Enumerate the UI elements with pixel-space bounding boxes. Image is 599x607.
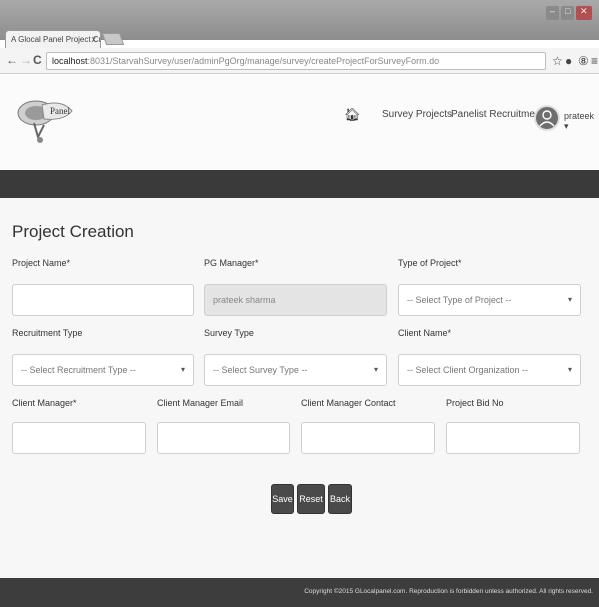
survey-type-label: Survey Type	[204, 328, 254, 338]
recruitment-type-label: Recruitment Type	[12, 328, 83, 338]
browser-window: – □ ✕ A Glocal Panel Project Cre x ← → C…	[0, 0, 599, 607]
reset-button[interactable]: Reset	[297, 484, 325, 514]
extension-icon[interactable]: ●	[565, 54, 572, 68]
save-button[interactable]: Save	[271, 484, 294, 514]
logo-text: Panel	[50, 106, 70, 116]
project-creation-form: Project Creation Project Name* PG Manage…	[0, 198, 599, 578]
nav-panelist-recruitment[interactable]: Panelist Recruitment	[451, 109, 543, 120]
new-tab-button[interactable]	[101, 33, 125, 45]
client-manager-contact-input[interactable]	[301, 422, 435, 454]
app-header: Panel 🏠︎ Survey Projects Panelist Recrui…	[0, 75, 599, 170]
url-input[interactable]: localhost:8031/StarvahSurvey/user/adminP…	[46, 52, 546, 70]
forward-arrow-icon[interactable]: →	[20, 53, 32, 67]
survey-type-select[interactable]: -- Select Survey Type --	[204, 354, 387, 386]
project-bid-no-label: Project Bid No	[446, 398, 504, 408]
client-name-select[interactable]: -- Select Client Organization --	[398, 354, 581, 386]
url-path: :8031/StarvahSurvey/user/adminPgOrg/mana…	[87, 56, 440, 66]
client-manager-input[interactable]	[12, 422, 146, 454]
user-menu[interactable]: prateek ▾	[564, 111, 599, 132]
menu-icon[interactable]: ≡	[591, 54, 598, 68]
back-button[interactable]: Back	[328, 484, 352, 514]
bookmark-star-icon[interactable]: ☆	[552, 54, 563, 68]
client-name-label: Client Name*	[398, 328, 452, 338]
client-manager-email-input[interactable]	[157, 422, 290, 454]
close-window-icon[interactable]: ✕	[576, 6, 592, 20]
project-name-label: Project Name*	[12, 258, 71, 268]
home-icon[interactable]: 🏠︎	[344, 107, 361, 123]
project-name-input[interactable]	[12, 284, 194, 316]
url-host: localhost	[52, 56, 88, 66]
extension-2-icon[interactable]: ⑧	[578, 54, 589, 68]
header-divider-bar	[0, 170, 599, 198]
client-manager-label: Client Manager*	[12, 398, 77, 408]
user-icon	[539, 110, 555, 127]
minimize-icon[interactable]: –	[546, 6, 560, 20]
pg-manager-input: prateek sharma	[204, 284, 387, 316]
copyright-text: Copyright ©2015 GLocalpanel.com. Reprodu…	[304, 588, 593, 595]
address-bar: ← → C localhost:8031/StarvahSurvey/user/…	[0, 48, 599, 74]
type-of-project-select[interactable]: -- Select Type of Project --	[398, 284, 581, 316]
glocal-panel-logo[interactable]: Panel	[14, 95, 84, 145]
client-manager-email-label: Client Manager Email	[157, 398, 244, 408]
back-arrow-icon[interactable]: ←	[6, 53, 18, 67]
pg-manager-label: PG Manager*	[204, 258, 259, 268]
type-of-project-label: Type of Project*	[398, 258, 462, 268]
nav-survey-projects[interactable]: Survey Projects	[382, 109, 452, 120]
page-title: Project Creation	[12, 222, 134, 241]
tab-close-icon[interactable]: x	[92, 34, 97, 44]
tab-title: A Glocal Panel Project Cre	[11, 35, 101, 44]
client-manager-contact-label: Client Manager Contact	[301, 398, 396, 408]
maximize-icon[interactable]: □	[561, 6, 575, 20]
reload-icon[interactable]: C	[33, 53, 42, 67]
footer: Copyright ©2015 GLocalpanel.com. Reprodu…	[0, 578, 599, 607]
avatar[interactable]	[534, 105, 560, 131]
recruitment-type-select[interactable]: -- Select Recruitment Type --	[12, 354, 194, 386]
project-bid-no-input[interactable]	[446, 422, 580, 454]
browser-tab[interactable]: A Glocal Panel Project Cre x	[5, 30, 101, 48]
